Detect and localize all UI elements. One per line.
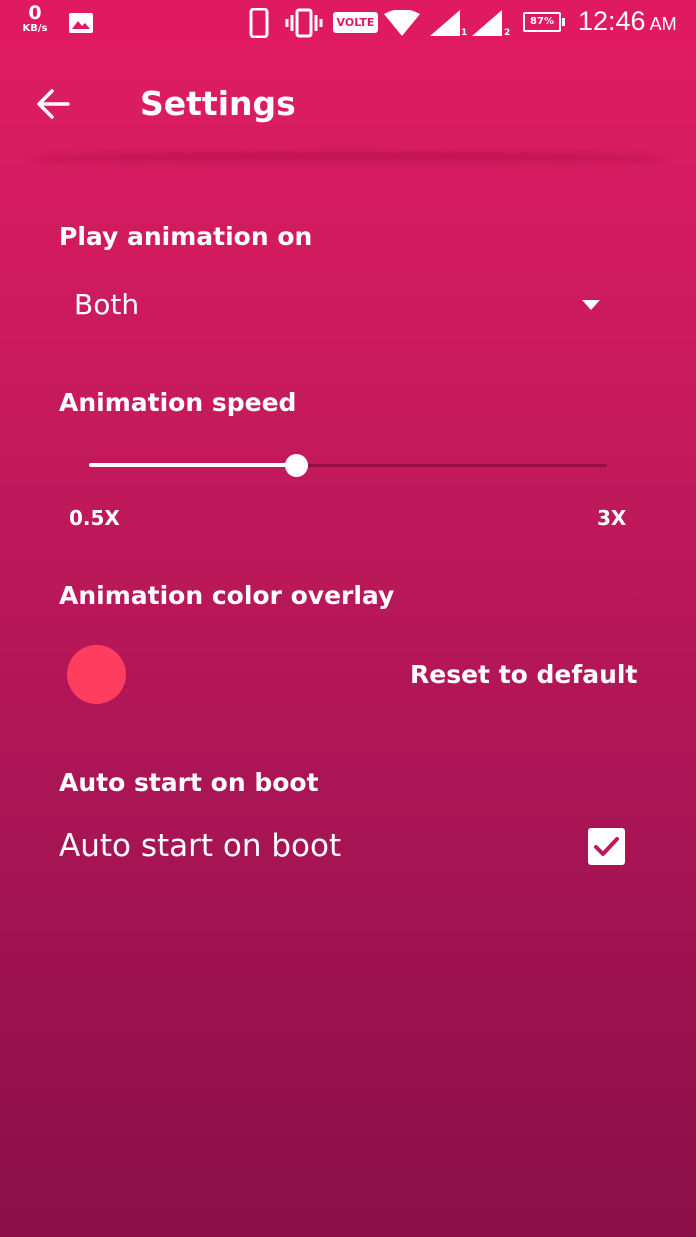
animation-speed-slider[interactable]	[89, 452, 607, 480]
volte-badge: VOLTE	[333, 12, 378, 33]
checkmark-icon	[594, 837, 619, 856]
page-title: Settings	[140, 84, 296, 123]
phone-icon	[249, 8, 269, 38]
signal-icon	[472, 10, 502, 36]
back-button[interactable]	[30, 80, 78, 128]
slider-thumb[interactable]	[285, 454, 308, 477]
clock-ampm: AM	[649, 14, 677, 34]
dropdown-arrow-icon	[582, 300, 600, 310]
arrow-back-icon	[37, 89, 70, 119]
slider-fill	[89, 463, 296, 467]
animation-speed-label: Animation speed	[59, 388, 297, 417]
color-overlay-label: Animation color overlay	[59, 581, 395, 610]
status-bar: 0 KB/s VOLTE 1 2 87% 12:46 AM	[0, 0, 696, 46]
auto-start-checkbox[interactable]	[588, 828, 625, 865]
play-animation-selected: Both	[74, 288, 140, 321]
sim2-label: 2	[504, 28, 511, 38]
clock: 12:46 AM	[578, 6, 677, 37]
battery-icon: 87%	[523, 12, 565, 32]
reset-to-default-button[interactable]: Reset to default	[398, 656, 649, 693]
wifi-icon	[384, 10, 420, 36]
vibrate-icon	[285, 8, 323, 38]
app-bar-shadow	[30, 152, 666, 166]
sim1-label: 1	[461, 28, 468, 38]
clock-time: 12:46	[578, 6, 646, 36]
signal-icon	[430, 10, 460, 36]
slider-max-label: 3X	[597, 506, 627, 530]
color-overlay-swatch[interactable]	[67, 645, 126, 704]
network-speed-value: 0	[28, 2, 42, 24]
network-speed-unit: KB/s	[22, 23, 48, 34]
play-animation-dropdown[interactable]: Both	[60, 280, 620, 336]
auto-start-section-label: Auto start on boot	[59, 768, 319, 797]
play-animation-label: Play animation on	[59, 222, 313, 251]
image-icon	[69, 13, 93, 33]
network-speed: 0 KB/s	[14, 4, 56, 34]
app-bar: Settings	[0, 46, 696, 158]
slider-min-label: 0.5X	[69, 506, 120, 530]
auto-start-checkbox-label[interactable]: Auto start on boot	[59, 828, 341, 864]
